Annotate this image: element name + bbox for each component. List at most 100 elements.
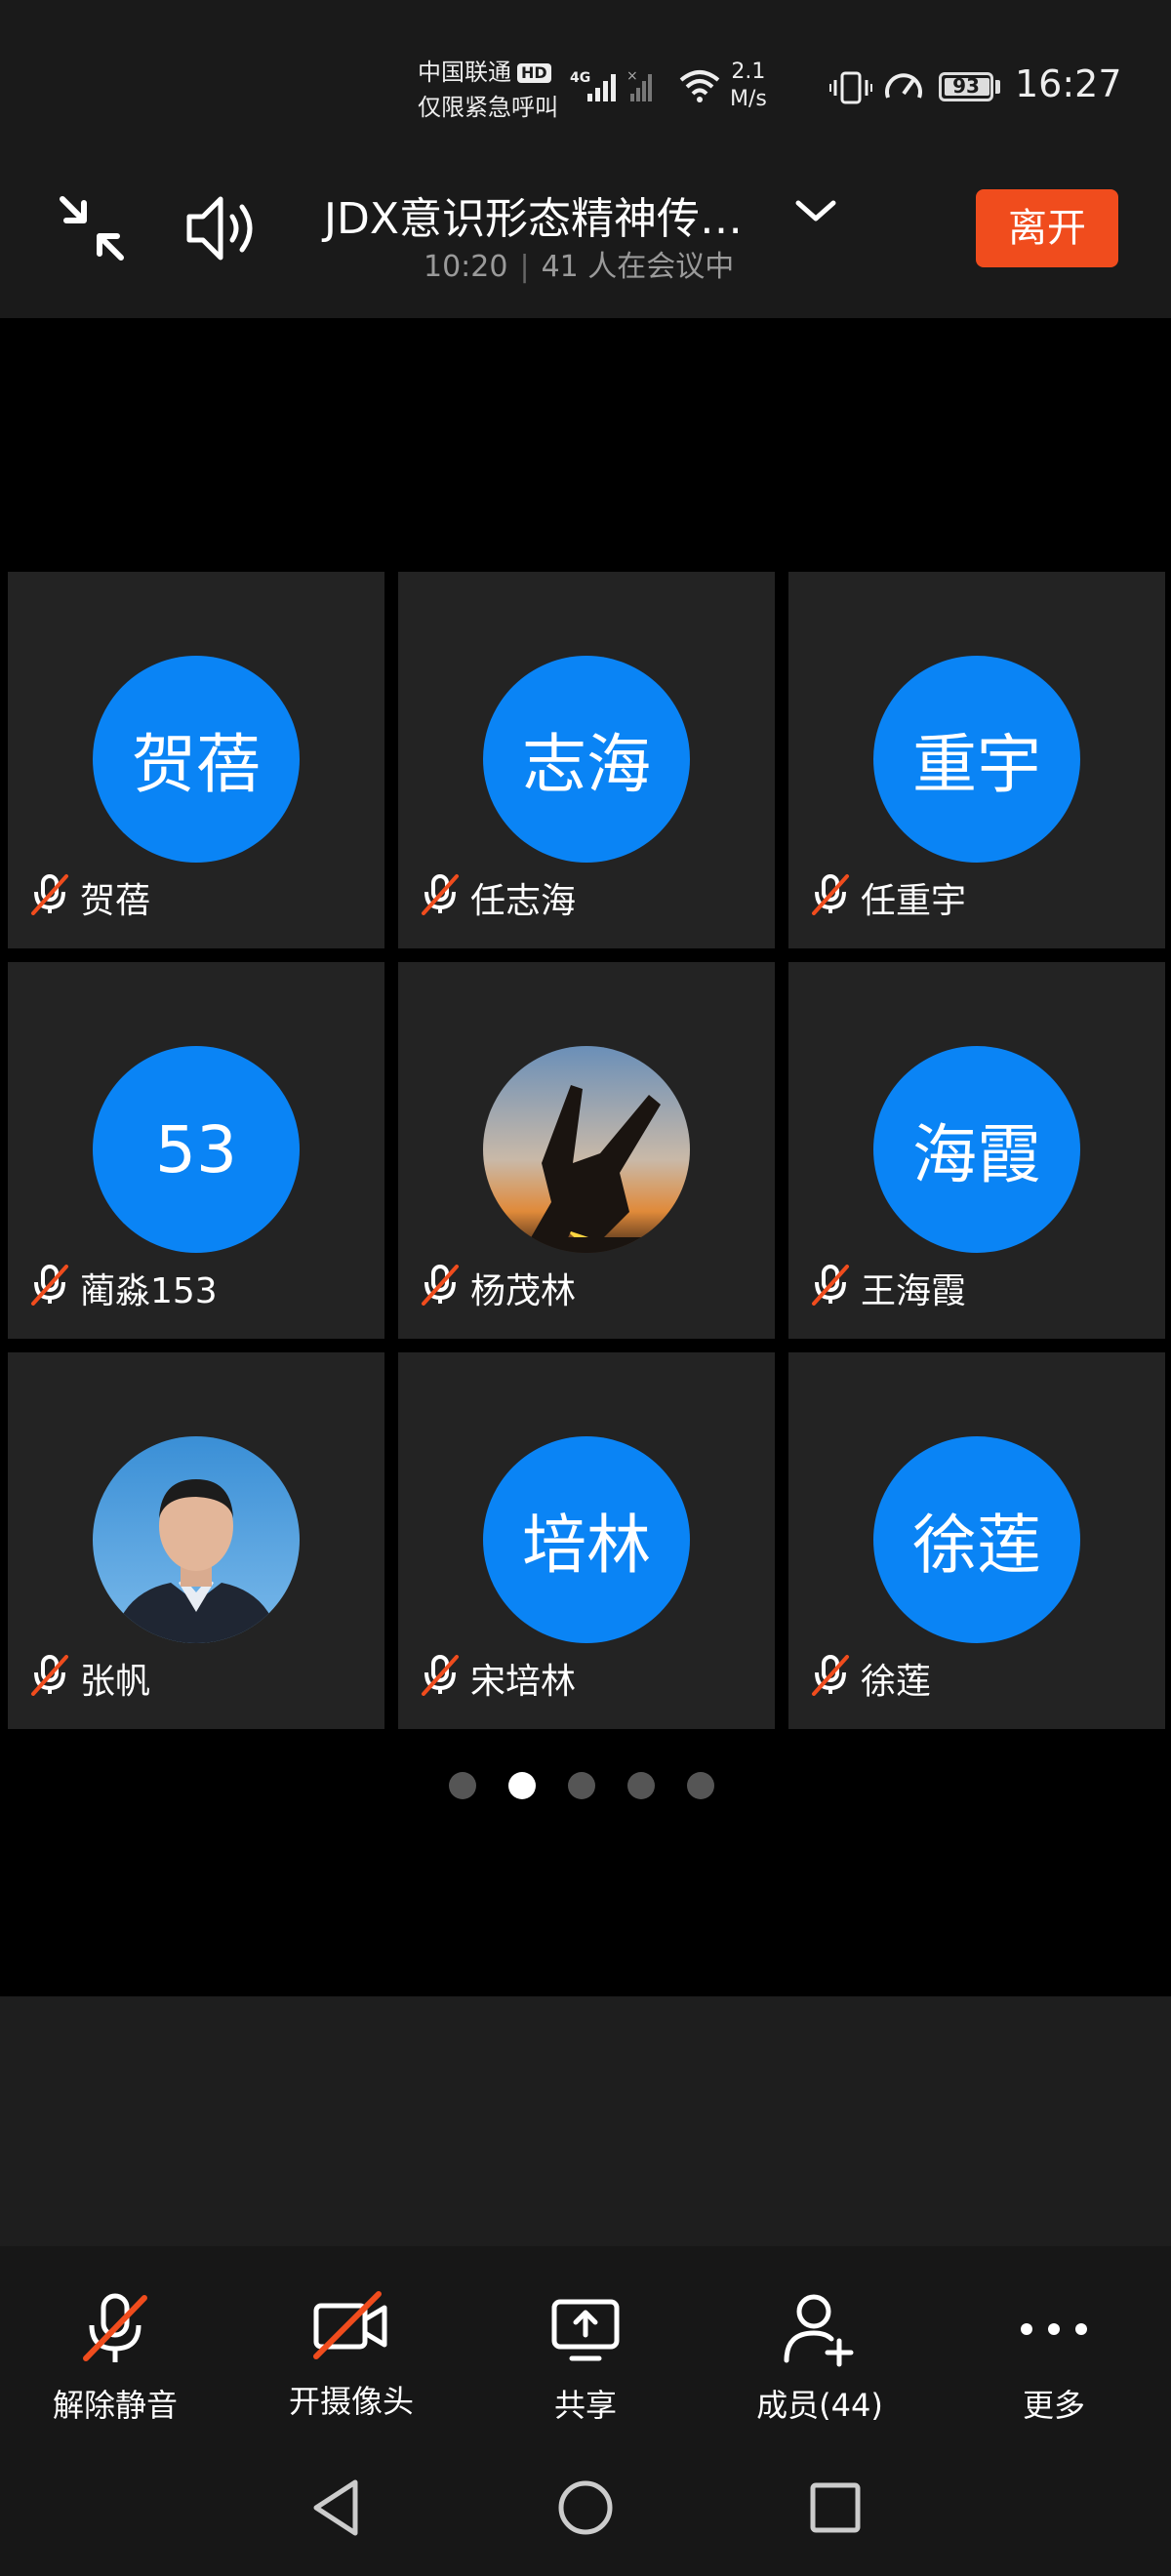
- microphone-muted-icon: [31, 1654, 68, 1696]
- wifi-icon: [679, 70, 720, 102]
- page-dot[interactable]: [508, 1772, 536, 1799]
- members-button[interactable]: 成员(44): [712, 2285, 927, 2426]
- participant-count: 41 人在会议中: [541, 250, 735, 284]
- carrier-name: 中国联通: [418, 59, 511, 86]
- avatar: 徐莲: [873, 1436, 1080, 1643]
- participant-tile[interactable]: 培林宋培林: [398, 1352, 775, 1729]
- microphone-muted-icon: [29, 1263, 70, 1314]
- microphone-muted-icon: [31, 873, 68, 915]
- microphone-muted-icon: [420, 1653, 461, 1705]
- microphone-muted-icon: [812, 1654, 849, 1696]
- participant-tile[interactable]: 贺蓓 贺蓓: [8, 572, 384, 948]
- speedometer-icon: [885, 73, 922, 99]
- home-icon[interactable]: [556, 2478, 615, 2537]
- meeting-title[interactable]: JDX意识形态精神传…: [324, 183, 743, 246]
- page-dot[interactable]: [449, 1772, 476, 1799]
- participant-name-row: 蔺淼153: [29, 1263, 218, 1314]
- signal-icon: 4G ×: [570, 68, 652, 101]
- speed-value: 2.1: [731, 60, 766, 84]
- page-dot[interactable]: [568, 1772, 595, 1799]
- svg-text:×: ×: [626, 68, 638, 84]
- microphone-muted-icon: [29, 1653, 70, 1705]
- battery-icon: 93: [939, 72, 993, 101]
- status-bar: 中国联通 HD 仅限紧急呼叫 4G × 2.1 M/s 93 16:27: [0, 0, 1171, 176]
- avatar: 志海: [483, 656, 690, 863]
- microphone-muted-icon: [810, 1653, 851, 1705]
- microphone-muted-icon: [420, 872, 461, 924]
- participant-name: 徐莲: [861, 1662, 932, 1702]
- camera-label: 开摄像头: [288, 2383, 414, 2420]
- microphone-muted-icon: [422, 1654, 459, 1696]
- share-button[interactable]: 共享: [478, 2285, 693, 2426]
- participant-tile[interactable]: 53 蔺淼153: [8, 962, 384, 1339]
- avatar-initials: 贺蓓: [132, 727, 261, 802]
- microphone-muted-icon: [810, 872, 851, 924]
- microphone-muted-icon: [422, 1264, 459, 1306]
- microphone-muted-icon: [31, 1264, 68, 1306]
- participant-tile[interactable]: 海霞王海霞: [788, 962, 1165, 1339]
- minimize-icon[interactable]: [53, 189, 131, 267]
- avatar: 53: [93, 1046, 300, 1253]
- participant-name-row: 贺蓓: [29, 872, 151, 924]
- avatar: [93, 1436, 300, 1643]
- microphone-muted-icon: [812, 1264, 849, 1306]
- participant-name-row: 宋培林: [420, 1653, 577, 1705]
- participant-name-row: 任重宇: [810, 872, 967, 924]
- participant-name: 宋培林: [470, 1662, 577, 1702]
- participant-name: 贺蓓: [80, 881, 151, 921]
- participant-name-row: 杨茂林: [420, 1263, 577, 1314]
- more-dots-icon: [1021, 2323, 1087, 2335]
- speed-unit: M/s: [730, 87, 767, 111]
- more-button[interactable]: 更多: [947, 2285, 1161, 2426]
- network-speed: 2.1 M/s: [730, 59, 767, 113]
- participant-name: 蔺淼153: [80, 1271, 218, 1311]
- participant-tile[interactable]: 重宇任重宇: [788, 572, 1165, 948]
- participant-name: 杨茂林: [470, 1271, 577, 1311]
- avatar: 海霞: [873, 1046, 1080, 1253]
- carrier-emergency-text: 仅限紧急呼叫: [418, 94, 558, 121]
- microphone-muted-icon: [83, 2293, 147, 2362]
- chevron-down-icon[interactable]: [792, 197, 839, 226]
- unmute-button[interactable]: 解除静音: [8, 2285, 222, 2426]
- page-dot[interactable]: [687, 1772, 714, 1799]
- share-label: 共享: [553, 2387, 617, 2424]
- share-screen-icon: [551, 2299, 620, 2361]
- carrier-info: 中国联通 HD 仅限紧急呼叫: [418, 55, 558, 125]
- participant-tile[interactable]: 志海任志海: [398, 572, 775, 948]
- microphone-muted-icon: [420, 1263, 461, 1314]
- status-time: 16:27: [1015, 62, 1122, 105]
- participant-name-row: 张帆: [29, 1653, 151, 1705]
- participant-tile[interactable]: 徐莲 徐莲: [788, 1352, 1165, 1729]
- avatar-initials: 海霞: [912, 1117, 1041, 1192]
- participant-name-row: 任志海: [420, 872, 576, 924]
- participant-tile[interactable]: 杨茂林: [398, 962, 775, 1339]
- network-type-label: 4G: [570, 70, 590, 86]
- participant-name: 张帆: [80, 1662, 151, 1702]
- participant-name: 任重宇: [861, 881, 967, 921]
- leave-button[interactable]: 离开: [976, 189, 1118, 267]
- back-icon[interactable]: [308, 2476, 363, 2539]
- page-dot[interactable]: [627, 1772, 655, 1799]
- speaker-icon[interactable]: [183, 191, 263, 265]
- microphone-muted-icon: [29, 872, 70, 924]
- microphone-muted-icon: [812, 873, 849, 915]
- participant-name-row: 王海霞: [810, 1263, 966, 1314]
- avatar: 培林: [483, 1436, 690, 1643]
- avatar: 重宇: [873, 656, 1080, 863]
- participant-tile[interactable]: 张帆: [8, 1352, 384, 1729]
- video-area-footer: [0, 1996, 1171, 2246]
- camera-button[interactable]: 开摄像头: [244, 2281, 459, 2422]
- meeting-subtitle: 10:20 | 41 人在会议中: [424, 242, 734, 285]
- avatar-initials: 培林: [522, 1508, 651, 1583]
- battery-tip: [995, 80, 1000, 94]
- microphone-muted-icon: [422, 873, 459, 915]
- vibrate-icon: [829, 71, 872, 104]
- more-label: 更多: [1022, 2387, 1085, 2424]
- avatar-initials: 重宇: [912, 727, 1041, 802]
- add-member-icon: [784, 2294, 854, 2367]
- members-label: 成员(44): [756, 2387, 883, 2424]
- microphone-muted-icon: [810, 1263, 851, 1314]
- recents-icon[interactable]: [808, 2480, 863, 2535]
- portrait-photo: [93, 1436, 300, 1643]
- sunset-photo: [483, 1046, 690, 1253]
